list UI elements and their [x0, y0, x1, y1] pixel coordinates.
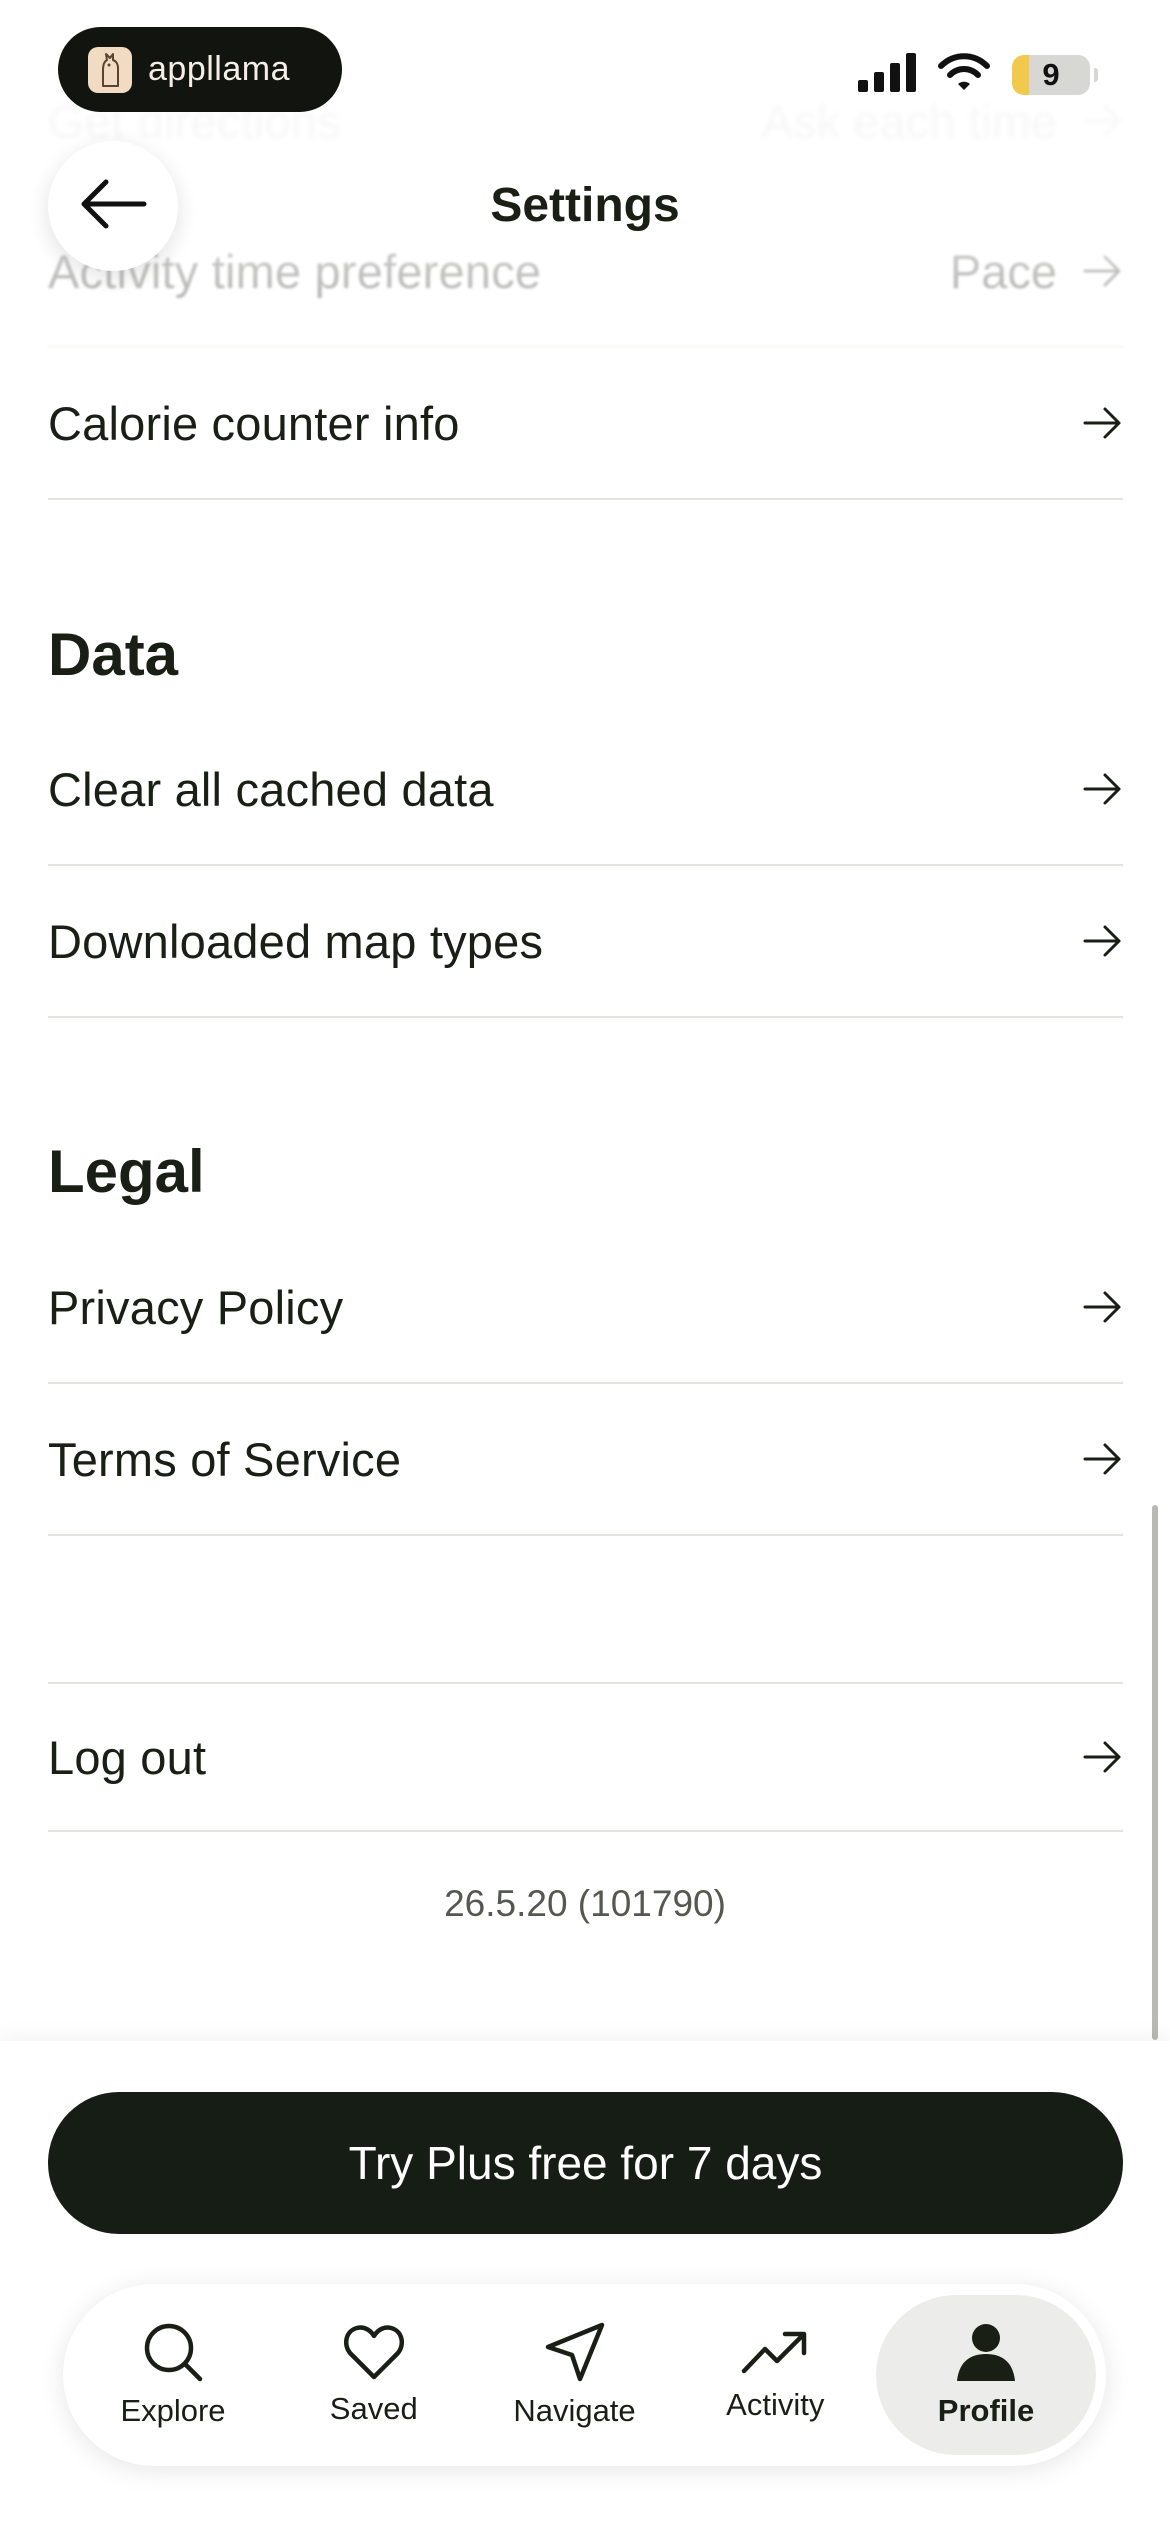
tab-explore[interactable]: Explore: [73, 2295, 273, 2455]
row-value: Pace: [949, 244, 1057, 298]
bottom-tab-bar: Explore Saved Navigate Activity Profile: [63, 2284, 1106, 2466]
tab-label: Explore: [120, 2393, 226, 2428]
try-plus-label: Try Plus free for 7 days: [348, 2137, 823, 2189]
arrow-right-icon: [1083, 924, 1123, 958]
search-icon: [142, 2321, 204, 2383]
battery-icon: 9: [1012, 54, 1098, 95]
settings-row-clear-cache[interactable]: Clear all cached data: [48, 714, 1123, 866]
row-label: Downloaded map types: [48, 914, 544, 968]
row-label: Terms of Service: [48, 1432, 402, 1486]
settings-row-log-out[interactable]: Log out: [48, 1684, 1123, 1832]
settings-row-terms-of-service[interactable]: Terms of Service: [48, 1384, 1123, 1536]
arrow-right-icon: [1083, 772, 1123, 806]
settings-row-downloaded-maps[interactable]: Downloaded map types: [48, 866, 1123, 1018]
row-label: Calorie counter info: [48, 396, 460, 450]
cellular-signal-icon: [858, 52, 916, 97]
tab-profile[interactable]: Profile: [876, 2295, 1096, 2455]
person-icon: [955, 2321, 1017, 2383]
heart-icon: [343, 2323, 405, 2381]
tab-activity[interactable]: Activity: [675, 2295, 875, 2455]
settings-row-privacy-policy[interactable]: Privacy Policy: [48, 1232, 1123, 1384]
arrow-right-icon: [1083, 104, 1123, 138]
arrow-right-icon: [1083, 1740, 1123, 1774]
arrow-right-icon: [1083, 1442, 1123, 1476]
settings-row-calorie-counter[interactable]: Calorie counter info: [48, 348, 1123, 500]
tab-label: Saved: [329, 2391, 418, 2426]
trending-up-icon: [741, 2327, 809, 2377]
arrow-right-icon: [1083, 1290, 1123, 1324]
scrollbar[interactable]: [1152, 1505, 1158, 2040]
llama-logo-icon: [88, 46, 132, 93]
row-label: Privacy Policy: [48, 1280, 344, 1334]
row-value: Ask each time: [761, 94, 1057, 148]
row-label: Clear all cached data: [48, 762, 494, 816]
section-title-data: Data: [48, 621, 179, 688]
tab-label: Activity: [726, 2387, 825, 2422]
tab-label: Profile: [937, 2393, 1035, 2428]
navigate-arrow-icon: [544, 2321, 606, 2383]
row-label: Log out: [48, 1730, 207, 1784]
tab-saved[interactable]: Saved: [274, 2295, 474, 2455]
app-brand-name: appllama: [148, 50, 290, 88]
page-title: Settings: [490, 179, 680, 232]
app-badge: appllama: [58, 27, 342, 112]
status-icons: 9: [858, 52, 1098, 97]
try-plus-button[interactable]: Try Plus free for 7 days: [48, 2092, 1123, 2234]
settings-screen: Get directions Ask each time Activity ti…: [0, 0, 1170, 2532]
arrow-right-icon: [1083, 406, 1123, 440]
battery-level: 9: [1042, 56, 1060, 92]
arrow-right-icon: [1083, 254, 1123, 288]
tab-label: Navigate: [513, 2393, 636, 2428]
wifi-icon: [938, 52, 990, 97]
section-title-legal: Legal: [48, 1138, 205, 1205]
app-version: 26.5.20 (101790): [444, 1883, 726, 1924]
tab-navigate[interactable]: Navigate: [475, 2295, 675, 2455]
